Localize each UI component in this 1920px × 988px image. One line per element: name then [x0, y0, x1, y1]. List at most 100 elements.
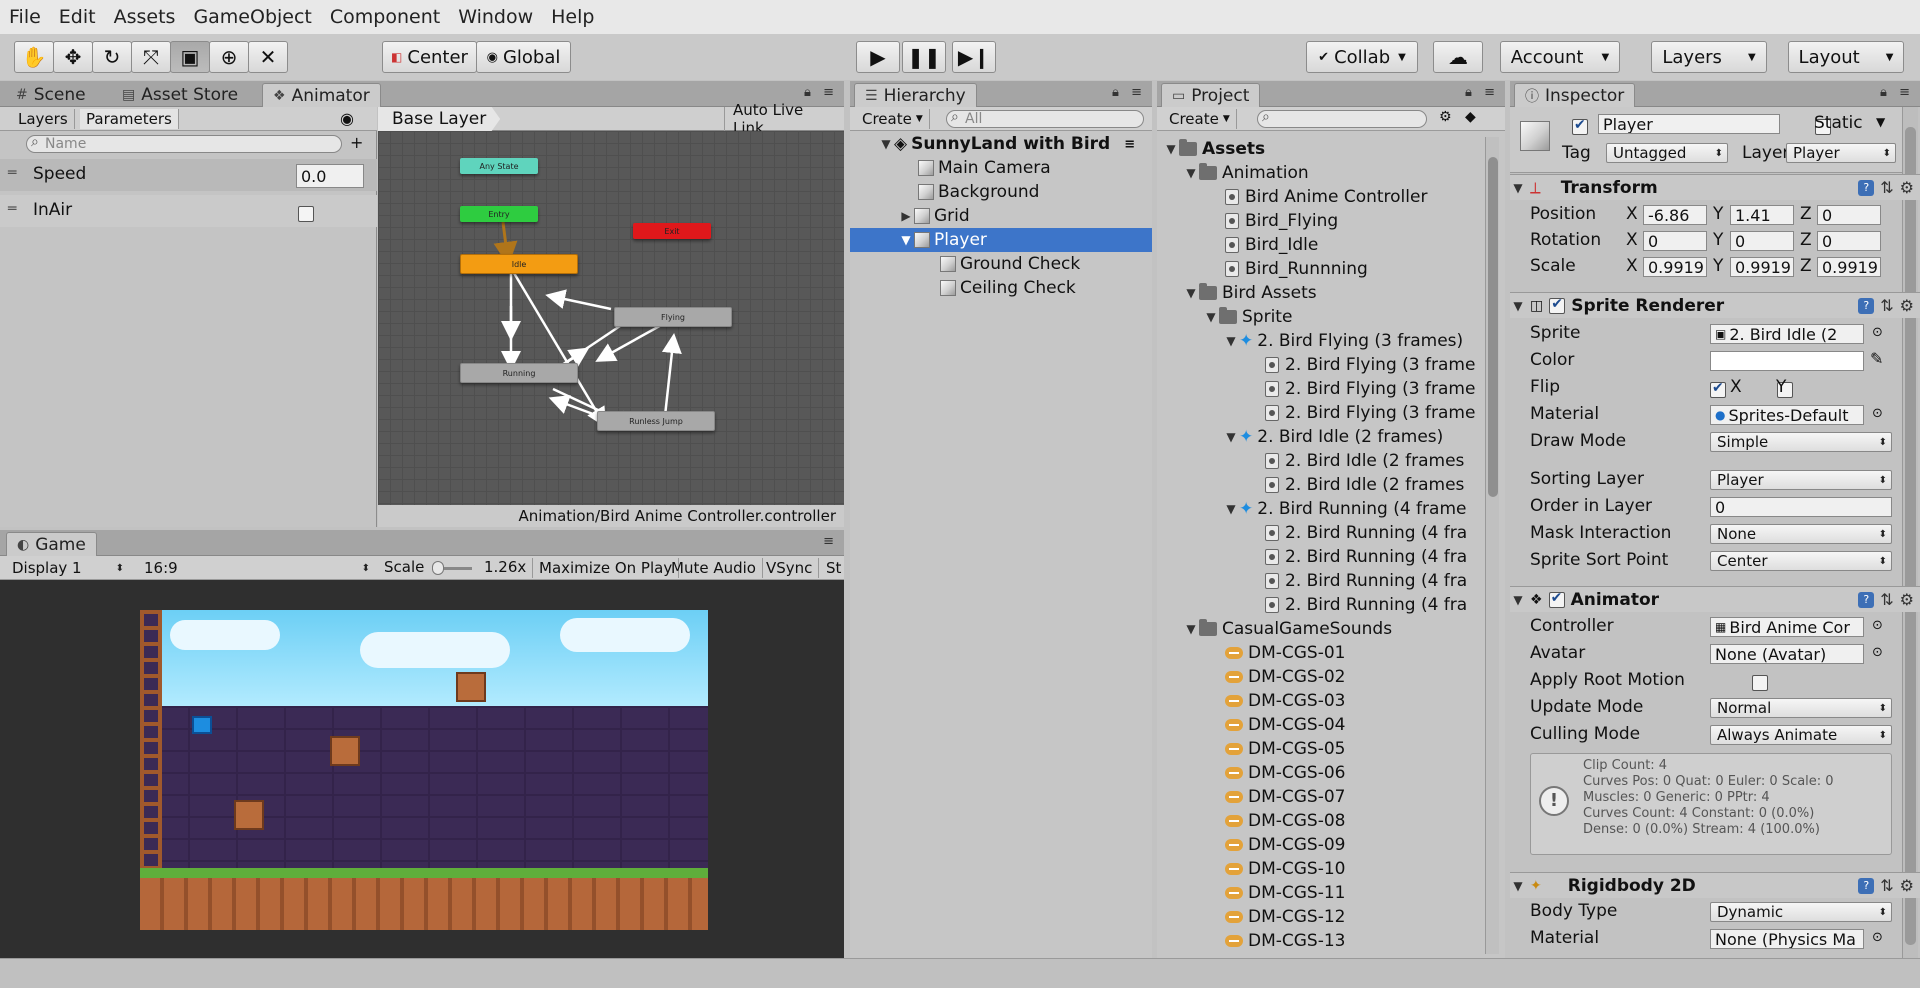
hierarchy-item-ceiling-check[interactable]: Ceiling Check	[940, 276, 1076, 300]
help-icon[interactable]: ?	[1858, 179, 1875, 196]
param-inair-checkbox[interactable]	[298, 205, 314, 222]
help-icon[interactable]: ?	[1858, 297, 1875, 314]
asset-idle-frame[interactable]: 2. Bird Idle (2 frames	[1265, 473, 1464, 497]
asset-sound[interactable]: DM-CGS-03	[1225, 689, 1346, 713]
param-speed-value[interactable]: 0.0	[296, 164, 364, 188]
aspect-dropdown[interactable]: 16:9	[138, 558, 374, 578]
panel-options-icon[interactable]: ≡	[823, 534, 838, 549]
stats-toggle[interactable]: St	[820, 558, 847, 578]
asset-running-frame[interactable]: 2. Bird Running (4 fra	[1265, 545, 1467, 569]
object-picker-icon[interactable]: ⊙	[1872, 645, 1883, 660]
layer-dropdown[interactable]: Player	[1786, 143, 1896, 163]
scale-z-field[interactable]: 0.9919	[1817, 257, 1881, 277]
asset-sound[interactable]: DM-CGS-04	[1225, 713, 1346, 737]
layers-dropdown[interactable]: Layers ▼	[1651, 41, 1767, 73]
project-scrollbar[interactable]	[1485, 137, 1499, 954]
pivot-center-button[interactable]: ◧ Center	[382, 41, 477, 73]
tab-game[interactable]: ◐ Game	[6, 532, 97, 556]
position-x-field[interactable]: -6.86	[1643, 205, 1707, 225]
pivot-global-button[interactable]: ◉ Global	[476, 41, 571, 73]
sprite-renderer-header[interactable]: ▼ ◫ Sprite Renderer ? ⇅ ⚙	[1510, 292, 1920, 318]
add-param-icon[interactable]: +	[350, 133, 363, 152]
preset-icon[interactable]: ⇅	[1880, 876, 1893, 895]
rb-material-field[interactable]: None (Physics Ma	[1710, 929, 1864, 949]
scale-slider-handle[interactable]	[432, 561, 444, 575]
menu-component[interactable]: Component	[321, 6, 449, 28]
tab-hierarchy[interactable]: ☰ Hierarchy	[854, 83, 977, 107]
param-search-input[interactable]: Name	[26, 134, 342, 153]
position-z-field[interactable]: 0	[1817, 205, 1881, 225]
hierarchy-item-grid[interactable]: ▶ Grid	[898, 204, 969, 228]
state-entry[interactable]: Entry	[460, 206, 538, 222]
menu-file[interactable]: File	[0, 6, 50, 28]
active-checkbox[interactable]	[1572, 117, 1588, 135]
sprite-renderer-enabled-checkbox[interactable]	[1549, 296, 1566, 314]
object-picker-icon[interactable]: ⊙	[1872, 325, 1883, 340]
auto-live-link-button[interactable]: Auto Live Link	[724, 101, 844, 137]
asset-bird-running[interactable]: Bird_Runnning	[1225, 257, 1368, 281]
expand-icon[interactable]: ▼	[1183, 622, 1199, 636]
gear-icon[interactable]: ⚙	[1900, 590, 1914, 609]
project-folder-sprite[interactable]: ▼ Sprite	[1203, 305, 1292, 329]
preset-icon[interactable]: ⇅	[1880, 178, 1893, 197]
panel-options-icon[interactable]: 🔒︎ ≡	[1880, 85, 1914, 100]
scrollbar-thumb[interactable]	[1905, 127, 1916, 945]
preset-icon[interactable]: ⇅	[1880, 296, 1893, 315]
asset-sound[interactable]: DM-CGS-13	[1225, 929, 1346, 953]
step-button[interactable]: ▶❙	[952, 41, 996, 73]
draw-mode-dropdown[interactable]: Simple	[1710, 432, 1892, 452]
tag-dropdown[interactable]: Untagged	[1606, 143, 1728, 163]
asset-sound[interactable]: DM-CGS-06	[1225, 761, 1346, 785]
asset-sound[interactable]: DM-CGS-02	[1225, 665, 1346, 689]
account-dropdown[interactable]: Account ▼	[1500, 41, 1620, 73]
avatar-field[interactable]: None (Avatar)	[1710, 644, 1864, 664]
state-runless-jump[interactable]: Runless Jump	[597, 411, 715, 431]
tab-animator[interactable]: ❖ Animator	[262, 83, 381, 107]
filter-label-icon[interactable]: ◆	[1465, 109, 1476, 125]
animator-component-header[interactable]: ▼ ❖ Animator ? ⇅ ⚙	[1510, 586, 1920, 612]
inspector-scrollbar[interactable]	[1902, 107, 1918, 958]
asset-running-sheet[interactable]: ▼ ✦ 2. Bird Running (4 frame	[1223, 497, 1466, 521]
rect-tool-button[interactable]: ▣	[170, 41, 210, 73]
position-y-field[interactable]: 1.41	[1730, 205, 1794, 225]
eye-icon[interactable]: ◉	[340, 109, 354, 128]
scale-tool-button[interactable]: ⤧	[131, 41, 171, 73]
expand-icon[interactable]: ▼	[1510, 879, 1526, 893]
expand-icon[interactable]: ▼	[1223, 430, 1239, 444]
tab-parameters[interactable]: Parameters	[80, 109, 179, 129]
apply-root-motion-checkbox[interactable]	[1752, 674, 1769, 691]
rotation-z-field[interactable]: 0	[1817, 231, 1881, 251]
hierarchy-search-input[interactable]: All	[946, 109, 1144, 128]
expand-icon[interactable]: ▼	[1163, 142, 1179, 156]
asset-sound[interactable]: DM-CGS-10	[1225, 857, 1346, 881]
tab-layers[interactable]: Layers	[12, 109, 75, 129]
culling-mode-dropdown[interactable]: Always Animate	[1710, 725, 1892, 745]
asset-flying-frame[interactable]: 2. Bird Flying (3 frame	[1265, 353, 1475, 377]
expand-icon[interactable]: ▼	[1183, 166, 1199, 180]
layout-dropdown[interactable]: Layout ▼	[1788, 41, 1904, 73]
expand-icon[interactable]: ▶	[898, 209, 914, 223]
scale-x-field[interactable]: 0.9919	[1643, 257, 1707, 277]
menu-window[interactable]: Window	[449, 6, 542, 28]
tab-inspector[interactable]: ⓘ Inspector	[1514, 83, 1636, 107]
expand-icon[interactable]: ▼	[1510, 299, 1526, 313]
asset-anim-controller[interactable]: Bird Anime Controller	[1225, 185, 1427, 209]
hand-tool-button[interactable]: ✋	[14, 41, 54, 73]
asset-sound[interactable]: DM-CGS-12	[1225, 905, 1346, 929]
tab-project[interactable]: ▭ Project	[1161, 83, 1261, 107]
graph-canvas[interactable]: Any State Entry Exit Idle Flying Running…	[378, 131, 844, 505]
asset-bird-flying[interactable]: Bird_Flying	[1225, 209, 1338, 233]
drag-handle-icon[interactable]: ═	[8, 201, 16, 217]
state-exit[interactable]: Exit	[633, 223, 711, 239]
panel-options-icon[interactable]: 🔒︎ ≡	[1465, 85, 1499, 100]
panel-options-icon[interactable]: 🔒︎ ≡	[1112, 85, 1146, 100]
gear-icon[interactable]: ⚙	[1900, 296, 1914, 315]
menu-gameobject[interactable]: GameObject	[184, 6, 320, 28]
tab-asset-store[interactable]: ▤ Asset Store	[112, 83, 248, 107]
project-folder-animation[interactable]: ▼ Animation	[1183, 161, 1309, 185]
asset-running-frame[interactable]: 2. Bird Running (4 fra	[1265, 521, 1467, 545]
controller-field[interactable]: ▦ Bird Anime Cor	[1710, 617, 1864, 637]
expand-icon[interactable]: ▼	[1203, 310, 1219, 324]
mask-interaction-dropdown[interactable]: None	[1710, 524, 1892, 544]
collab-dropdown[interactable]: ✔ Collab ▼	[1306, 41, 1418, 73]
